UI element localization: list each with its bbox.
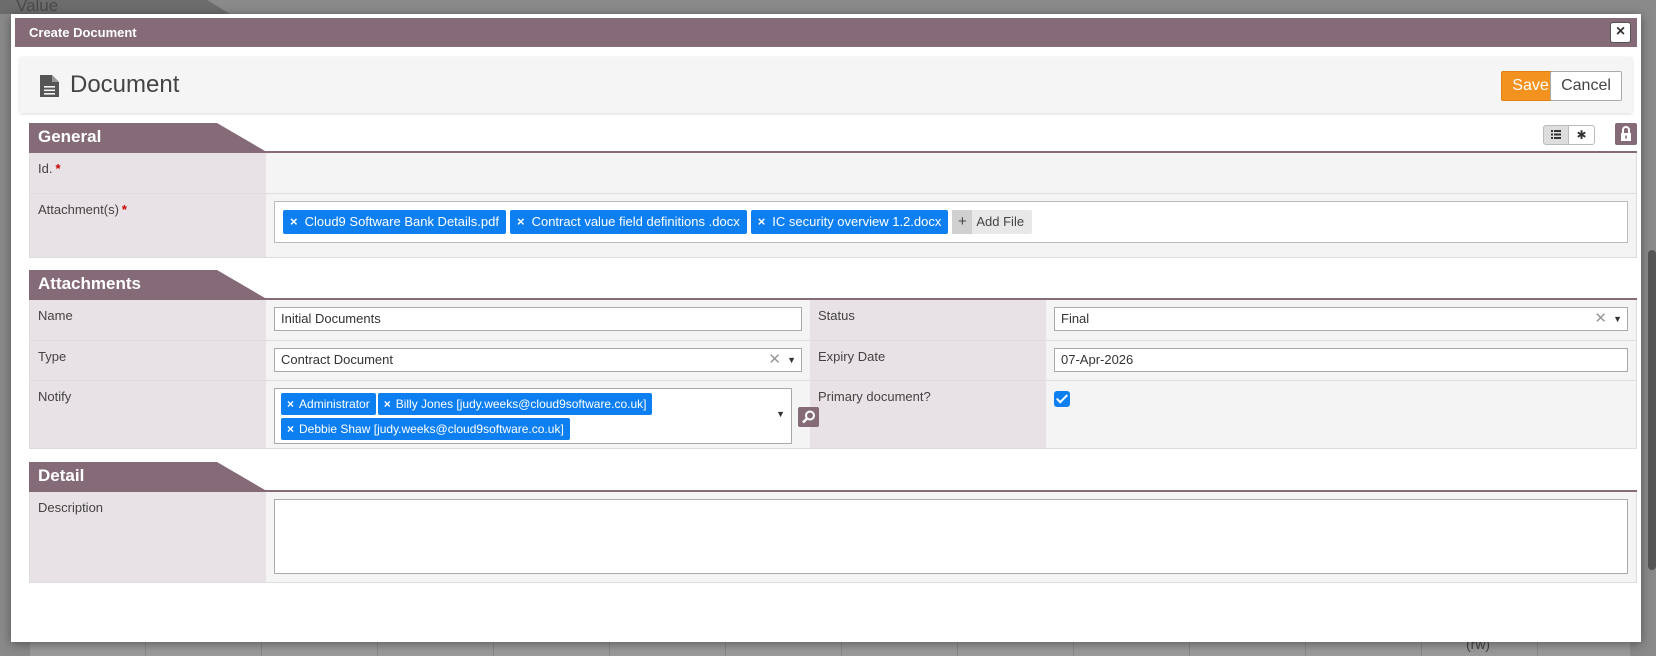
attachments-row: Attachment(s) * × Cloud9 Software Bank Det… <box>30 193 1636 257</box>
file-chip[interactable]: × Cloud9 Software Bank Details.pdf <box>283 210 506 234</box>
status-value: Final ✕ ▼ <box>1046 300 1636 340</box>
lock-icon[interactable] <box>1615 123 1637 145</box>
document-header: Document Save Cancel <box>20 57 1632 113</box>
notify-primary-row: Notify × Administrator × Billy Jones [judy.… <box>30 380 1636 448</box>
document-icon <box>40 75 59 97</box>
notify-label: Notify <box>30 381 266 448</box>
description-textarea[interactable] <box>274 499 1628 574</box>
recipient-chip[interactable]: × Administrator <box>281 393 376 415</box>
name-input[interactable]: Initial Documents <box>274 307 802 331</box>
type-label: Type <box>30 341 266 380</box>
name-value: Initial Documents <box>266 300 810 340</box>
name-label: Name <box>30 300 266 340</box>
required-mark: * <box>121 202 127 217</box>
general-section: General ✱ Id. * Attachment(s) * × Cloud9 So… <box>29 123 1637 258</box>
required-mark: * <box>55 161 61 176</box>
chevron-down-icon[interactable]: ▼ <box>787 349 796 371</box>
background-scrollbar[interactable] <box>1648 250 1656 570</box>
add-file-button[interactable]: + Add File <box>952 210 1033 234</box>
remove-icon[interactable]: × <box>287 397 294 411</box>
primary-document-checkbox[interactable] <box>1054 391 1070 407</box>
id-row: Id. * <box>30 153 1636 193</box>
primary-value <box>1046 381 1636 448</box>
expiry-date-input[interactable]: 07-Apr-2026 <box>1054 348 1628 372</box>
plus-icon: + <box>952 210 973 234</box>
attachments-grid: Name Initial Documents Status Final ✕ ▼ Ty… <box>29 300 1637 449</box>
chevron-down-icon[interactable]: ▼ <box>1613 308 1622 330</box>
status-label: Status <box>810 300 1046 340</box>
primary-label: Primary document? <box>810 381 1046 448</box>
type-value: Contract Document ✕ ▼ <box>266 341 810 380</box>
detail-section-title: Detail <box>29 462 265 490</box>
chevron-down-icon[interactable]: ▼ <box>776 409 785 419</box>
description-value <box>266 492 1636 582</box>
name-status-row: Name Initial Documents Status Final ✕ ▼ <box>30 300 1636 340</box>
remove-icon[interactable]: × <box>384 397 391 411</box>
view-toggle: ✱ <box>1543 125 1595 145</box>
attachments-section-title: Attachments <box>29 270 265 298</box>
file-chip[interactable]: × IC security overview 1.2.docx <box>750 210 949 234</box>
status-select[interactable]: Final ✕ ▼ <box>1054 307 1628 331</box>
background-table-strip <box>30 640 1630 656</box>
description-row: Description <box>30 492 1636 582</box>
clear-icon[interactable]: ✕ <box>768 349 781 371</box>
cancel-button[interactable]: Cancel <box>1550 71 1622 101</box>
recipient-chip[interactable]: × Debbie Shaw [judy.weeks@cloud9software.… <box>281 418 570 440</box>
remove-icon[interactable]: × <box>758 214 766 229</box>
notify-tagbox[interactable]: × Administrator × Billy Jones [judy.weeks@c… <box>274 388 792 444</box>
remove-icon[interactable]: × <box>290 214 298 229</box>
notify-value: × Administrator × Billy Jones [judy.weeks@c… <box>266 381 819 448</box>
expiry-value: 07-Apr-2026 <box>1046 341 1636 380</box>
asterisk-icon[interactable]: ✱ <box>1569 125 1595 145</box>
description-label: Description <box>30 492 266 582</box>
type-expiry-row: Type Contract Document ✕ ▼ Expiry Date 07-… <box>30 340 1636 380</box>
type-select[interactable]: Contract Document ✕ ▼ <box>274 348 802 372</box>
clear-icon[interactable]: ✕ <box>1594 308 1607 330</box>
general-grid: Id. * Attachment(s) * × Cloud9 Software Ban… <box>29 153 1637 258</box>
remove-icon[interactable]: × <box>517 214 525 229</box>
id-label: Id. * <box>30 153 266 193</box>
general-section-title: General <box>29 123 265 151</box>
list-icon[interactable] <box>1543 125 1569 145</box>
attachments-tagbox[interactable]: × Cloud9 Software Bank Details.pdf × Contr… <box>274 201 1628 243</box>
detail-grid: Description <box>29 492 1637 583</box>
detail-section: Detail Description <box>29 462 1637 583</box>
id-value <box>266 153 1636 193</box>
dialog-title: Create Document <box>29 25 137 40</box>
create-document-dialog: Create Document × Document Save Cancel G… <box>11 14 1641 642</box>
file-chip[interactable]: × Contract value field definitions .docx <box>509 210 747 234</box>
attachments-label: Attachment(s) * <box>30 194 266 257</box>
recipient-chip[interactable]: × Billy Jones [judy.weeks@cloud9software.… <box>377 393 653 415</box>
close-icon[interactable]: × <box>1610 22 1631 43</box>
search-icon[interactable] <box>798 407 819 427</box>
page-title: Document <box>70 71 180 98</box>
attachments-section: Attachments Name Initial Documents Statu… <box>29 270 1637 449</box>
attachments-value: × Cloud9 Software Bank Details.pdf × Contr… <box>266 194 1636 257</box>
remove-icon[interactable]: × <box>287 422 294 436</box>
expiry-label: Expiry Date <box>810 341 1046 380</box>
dialog-titlebar: Create Document × <box>15 18 1637 47</box>
